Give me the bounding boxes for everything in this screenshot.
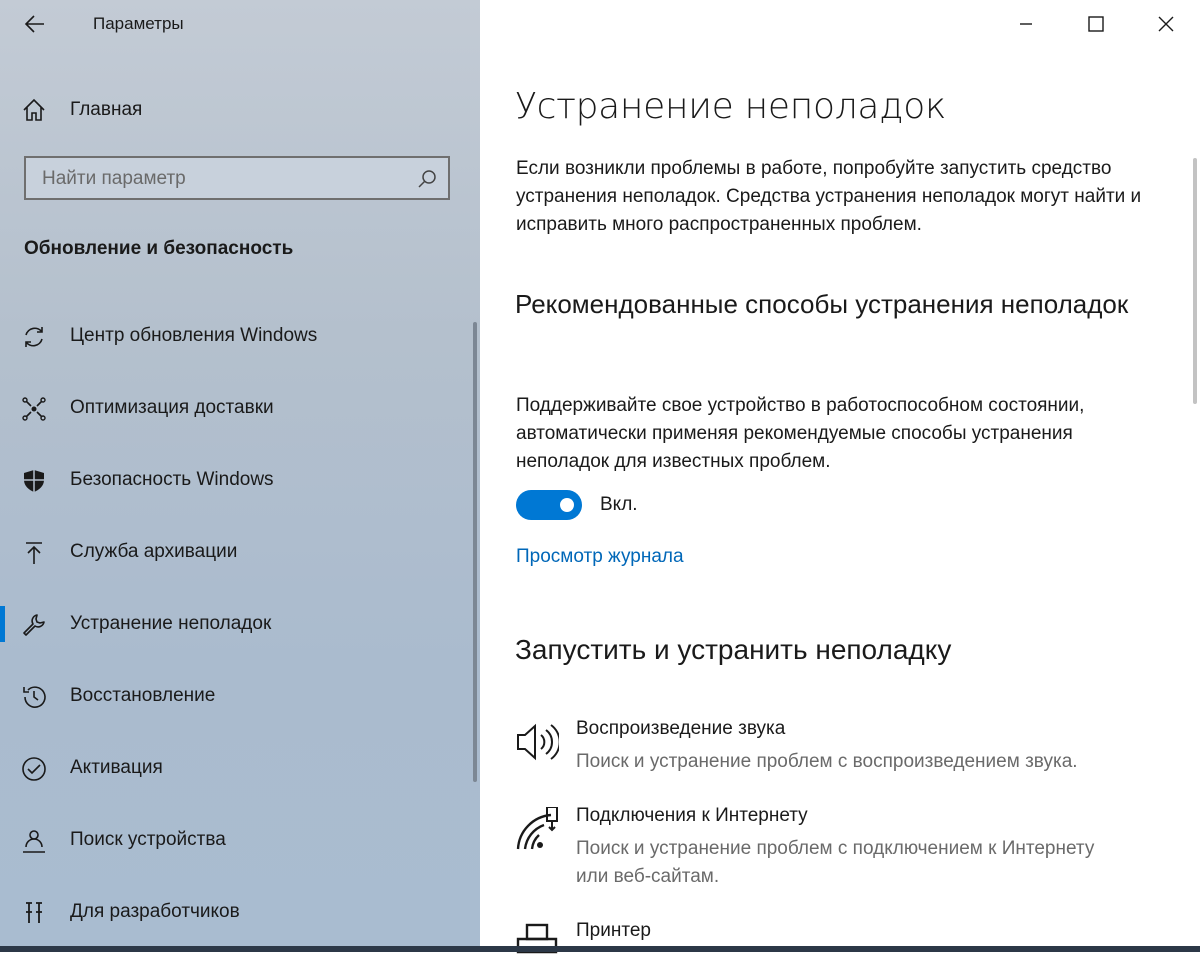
check-circle-icon bbox=[22, 757, 46, 781]
back-button[interactable] bbox=[22, 10, 50, 38]
toggle-label: Вкл. bbox=[600, 494, 638, 515]
search-icon[interactable] bbox=[416, 168, 438, 190]
troubleshooter-title: Воспроизведение звука bbox=[576, 718, 786, 739]
printer-icon bbox=[516, 923, 558, 954]
shield-icon bbox=[24, 470, 44, 492]
search-input[interactable]: Найти параметр bbox=[24, 156, 450, 200]
sidebar-item-delivery-optimization[interactable]: Оптимизация доставки bbox=[0, 372, 470, 444]
sidebar-item-troubleshoot[interactable]: Устранение неполадок bbox=[0, 588, 470, 660]
troubleshooter-title: Принтер bbox=[576, 920, 651, 941]
network-icon bbox=[516, 807, 558, 850]
backup-icon bbox=[26, 542, 42, 564]
sidebar-item-recovery[interactable]: Восстановление bbox=[0, 660, 470, 732]
sidebar-nav: Центр обновления Windows Оптимизация дос… bbox=[0, 300, 470, 948]
troubleshooter-audio[interactable]: Воспроизведение звука Поиск и устранение… bbox=[515, 718, 1175, 798]
developer-icon bbox=[26, 902, 42, 923]
wrench-icon bbox=[23, 614, 45, 636]
sidebar-item-label: Оптимизация доставки bbox=[70, 397, 274, 418]
app-title: Параметры bbox=[93, 14, 184, 33]
troubleshooter-internet[interactable]: Подключения к Интернету Поиск и устранен… bbox=[515, 805, 1175, 905]
speaker-icon bbox=[517, 723, 559, 761]
sidebar-item-find-device[interactable]: Поиск устройства bbox=[0, 804, 470, 876]
sidebar-item-label: Устранение неполадок bbox=[70, 613, 272, 634]
sidebar-item-label: Поиск устройства bbox=[70, 829, 226, 850]
recommended-toggle[interactable] bbox=[516, 490, 582, 520]
taskbar-edge bbox=[0, 946, 1200, 952]
intro-text: Если возникли проблемы в работе, попробу… bbox=[516, 158, 1142, 235]
person-pin-icon bbox=[23, 830, 45, 853]
sidebar: Параметры Главная Найти параметр Обновле… bbox=[0, 0, 480, 952]
run-troubleshooter-heading: Запустить и устранить неполадку bbox=[515, 634, 952, 665]
sidebar-item-backup[interactable]: Служба архивации bbox=[0, 516, 470, 588]
sidebar-item-label: Безопасность Windows bbox=[70, 469, 274, 490]
delivery-icon bbox=[22, 397, 46, 421]
sidebar-item-label: Активация bbox=[70, 757, 163, 778]
sidebar-scrollbar[interactable] bbox=[473, 322, 477, 782]
close-icon bbox=[1158, 16, 1174, 32]
sidebar-item-developers[interactable]: Для разработчиков bbox=[0, 876, 470, 948]
home-icon bbox=[23, 98, 45, 121]
troubleshooter-title: Подключения к Интернету bbox=[576, 805, 808, 826]
home-label: Главная bbox=[70, 99, 143, 120]
sidebar-item-activation[interactable]: Активация bbox=[0, 732, 470, 804]
toggle-knob bbox=[560, 498, 574, 512]
troubleshooter-description: Поиск и устранение проблем с подключение… bbox=[576, 838, 1095, 887]
view-history-link[interactable]: Просмотр журнала bbox=[516, 546, 684, 568]
recommended-heading: Рекомендованные способы устранения непол… bbox=[515, 289, 1129, 319]
history-icon bbox=[23, 686, 46, 708]
sidebar-item-label: Центр обновления Windows bbox=[70, 325, 318, 346]
recommended-description: Поддерживайте свое устройство в работосп… bbox=[516, 395, 1085, 472]
sync-icon bbox=[25, 327, 43, 347]
maximize-icon bbox=[1088, 16, 1104, 32]
main-scrollbar[interactable] bbox=[1193, 158, 1197, 404]
troubleshooter-description: Поиск и устранение проблем с воспроизвед… bbox=[576, 751, 1078, 772]
search-placeholder: Найти параметр bbox=[42, 168, 186, 189]
sidebar-item-windows-security[interactable]: Безопасность Windows bbox=[0, 444, 470, 516]
sidebar-item-windows-update[interactable]: Центр обновления Windows bbox=[0, 300, 470, 372]
close-button[interactable] bbox=[1152, 10, 1180, 38]
sidebar-item-label: Для разработчиков bbox=[70, 901, 240, 922]
minimize-button[interactable] bbox=[1012, 10, 1040, 38]
maximize-button[interactable] bbox=[1082, 10, 1110, 38]
back-arrow-icon bbox=[24, 15, 44, 33]
sidebar-item-label: Восстановление bbox=[70, 685, 216, 706]
section-title: Обновление и безопасность bbox=[24, 238, 294, 259]
minimize-icon bbox=[1020, 23, 1032, 25]
sidebar-item-label: Служба архивации bbox=[70, 541, 238, 562]
home-link[interactable]: Главная bbox=[20, 94, 142, 126]
page-title: Устранение неполадок bbox=[515, 86, 947, 127]
